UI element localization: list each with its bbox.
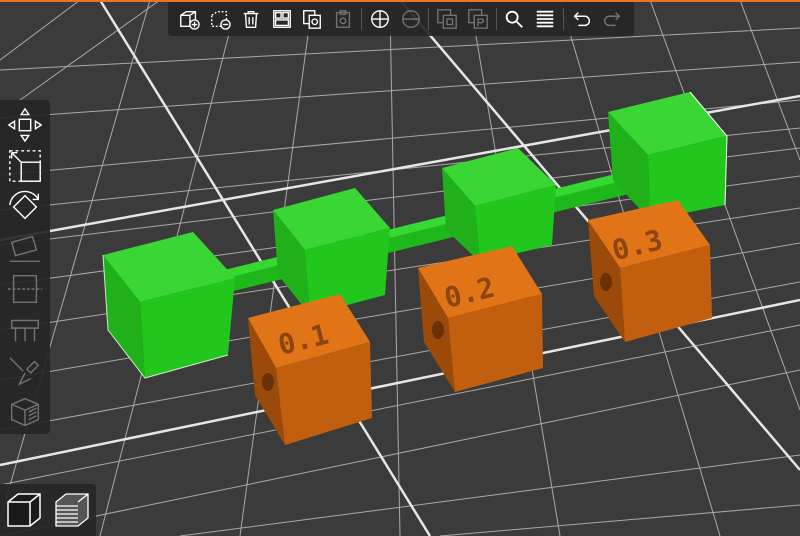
place-on-face-icon[interactable] <box>4 229 46 267</box>
split-objects-icon[interactable] <box>434 6 460 32</box>
add-part-icon[interactable] <box>176 6 202 32</box>
split-parts-icon[interactable] <box>465 6 491 32</box>
paste-icon[interactable] <box>330 6 356 32</box>
rotate-tool-icon[interactable] <box>4 188 46 226</box>
variable-layer-height-icon[interactable] <box>532 6 558 32</box>
toolbar-separator <box>428 8 430 30</box>
variable-layer-tool-icon[interactable] <box>4 393 46 431</box>
scale-tool-icon[interactable] <box>4 147 46 185</box>
left-toolbar <box>0 100 50 434</box>
seam-paint-icon[interactable] <box>4 352 46 390</box>
toolbar-separator <box>360 8 362 30</box>
support-paint-icon[interactable] <box>4 311 46 349</box>
remove-instance-icon[interactable] <box>398 6 424 32</box>
orange-cube-2[interactable]: 0.2 <box>418 246 543 392</box>
view-toggle <box>0 484 96 536</box>
undo-icon[interactable] <box>569 6 595 32</box>
toolbar-separator <box>562 8 564 30</box>
3d-view-icon[interactable] <box>3 489 45 531</box>
move-tool-icon[interactable] <box>4 106 46 144</box>
preview-layers-icon[interactable] <box>51 489 93 531</box>
3d-scene-viewport[interactable]: 0.1 0.2 0.3 <box>0 0 800 536</box>
arrange-icon[interactable] <box>269 6 295 32</box>
search-icon[interactable] <box>501 6 527 32</box>
green-cube-2[interactable] <box>273 188 390 315</box>
orange-cube-3[interactable]: 0.3 <box>588 200 712 342</box>
toolbar-separator <box>495 8 497 30</box>
delete-all-icon[interactable] <box>238 6 264 32</box>
delete-part-icon[interactable] <box>207 6 233 32</box>
orange-cube-1[interactable]: 0.1 <box>248 294 372 445</box>
add-instance-icon[interactable] <box>367 6 393 32</box>
top-toolbar <box>168 2 634 36</box>
redo-icon[interactable] <box>599 6 625 32</box>
copy-icon[interactable] <box>299 6 325 32</box>
cut-tool-icon[interactable] <box>4 270 46 308</box>
green-cube-1[interactable] <box>103 232 235 378</box>
